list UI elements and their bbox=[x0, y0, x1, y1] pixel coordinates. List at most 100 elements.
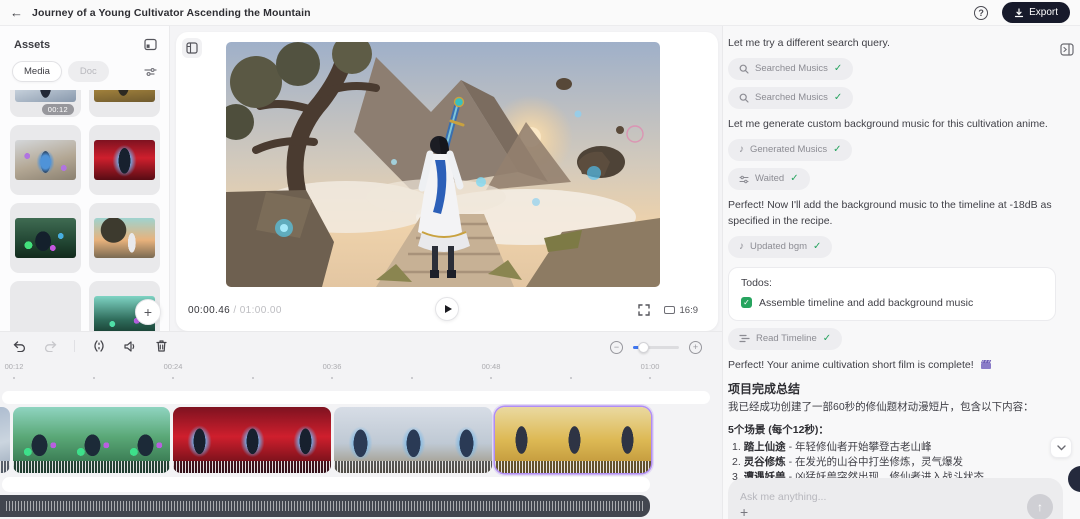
ratio-rect-icon bbox=[663, 306, 675, 314]
video-preview[interactable] bbox=[226, 42, 660, 287]
timeline-clip[interactable] bbox=[13, 407, 170, 473]
assistant-chat-panel: Let me try a different search query. Sea… bbox=[722, 26, 1080, 519]
storyboard-button[interactable] bbox=[182, 38, 202, 58]
tool-pill-generated-musics[interactable]: ♪ Generated Musics ✓ bbox=[728, 139, 853, 162]
checked-checkbox-icon[interactable]: ✓ bbox=[741, 297, 752, 309]
asset-thumbnail[interactable] bbox=[89, 90, 160, 117]
assistant-message: Perfect! Your anime cultivation short fi… bbox=[728, 358, 1056, 373]
assets-grid: 00:12 bbox=[0, 90, 169, 331]
preview-card: 00:00.46 / 01:00.00 16:9 bbox=[176, 32, 718, 331]
timeline-list-icon bbox=[739, 335, 750, 343]
split-icon[interactable] bbox=[92, 339, 106, 353]
ruler-label: 00:12 bbox=[4, 362, 24, 371]
timeline-clip-selected[interactable] bbox=[495, 407, 651, 473]
assets-panel: Assets Media Doc 00:12 + bbox=[0, 26, 170, 331]
download-icon bbox=[1014, 7, 1024, 17]
scroll-to-bottom-button[interactable] bbox=[1050, 437, 1072, 458]
timecode: 00:00.46 / 01:00.00 bbox=[188, 305, 282, 316]
assets-tabs: Media Doc bbox=[0, 57, 169, 90]
assistant-message: Let me generate custom background music … bbox=[728, 118, 1048, 131]
asset-image bbox=[15, 140, 76, 180]
zoom-out-button[interactable]: − bbox=[610, 341, 623, 354]
asset-thumbnail[interactable]: 00:12 bbox=[10, 90, 81, 117]
asset-thumbnail[interactable] bbox=[10, 125, 81, 195]
asset-thumbnail[interactable] bbox=[89, 203, 160, 273]
zoom-in-button[interactable]: + bbox=[689, 341, 702, 354]
attach-button[interactable]: + bbox=[740, 504, 748, 519]
aspect-ratio-chip[interactable]: 16:9 bbox=[663, 304, 699, 316]
ruler-label: 00:36 bbox=[322, 362, 342, 371]
todo-item[interactable]: ✓ Assemble timeline and add background m… bbox=[741, 297, 1043, 309]
asset-thumbnail[interactable] bbox=[89, 125, 160, 195]
project-title: Journey of a Young Cultivator Ascending … bbox=[32, 6, 311, 19]
assistant-message: Perfect! Now I'll add the background mus… bbox=[728, 199, 1052, 227]
chevron-down-icon bbox=[1056, 444, 1066, 450]
tool-pill-read-timeline[interactable]: Read Timeline ✓ bbox=[728, 327, 843, 350]
clip-waveform bbox=[173, 461, 331, 473]
play-button[interactable] bbox=[435, 297, 459, 321]
ratio-label: 16:9 bbox=[679, 304, 699, 316]
total-time: 01:00.00 bbox=[239, 304, 282, 316]
ruler-label: 00:48 bbox=[481, 362, 501, 371]
export-button[interactable]: Export bbox=[1002, 2, 1070, 23]
send-button[interactable]: ↑ bbox=[1027, 494, 1053, 519]
toolbar-divider bbox=[74, 340, 75, 352]
clip-waveform bbox=[495, 461, 651, 473]
chat-input-box[interactable]: + ↑ bbox=[728, 478, 1063, 519]
undo-icon[interactable] bbox=[12, 339, 26, 353]
tab-media[interactable]: Media bbox=[12, 61, 62, 82]
trash-icon[interactable] bbox=[154, 339, 168, 353]
panel-collapse-icon[interactable] bbox=[144, 38, 157, 51]
filter-icon[interactable] bbox=[144, 67, 157, 77]
tool-pill-updated-bgm[interactable]: ♪ Updated bgm ✓ bbox=[728, 235, 833, 258]
play-icon bbox=[444, 305, 452, 313]
search-icon bbox=[739, 64, 749, 74]
asset-image bbox=[15, 296, 76, 331]
help-icon[interactable]: ? bbox=[974, 5, 989, 20]
fullscreen-icon[interactable] bbox=[637, 304, 650, 316]
clip-waveform bbox=[13, 461, 170, 473]
clapper-icon bbox=[980, 359, 991, 369]
ruler-tick bbox=[92, 377, 95, 379]
ruler-tick bbox=[490, 377, 492, 379]
add-asset-button[interactable]: + bbox=[135, 299, 161, 325]
ruler-label: 01:00 bbox=[640, 362, 660, 371]
ruler-tick bbox=[13, 377, 15, 379]
ruler-tick bbox=[331, 377, 333, 379]
export-label: Export bbox=[1029, 7, 1058, 18]
asset-image bbox=[94, 218, 155, 258]
zoom-slider[interactable] bbox=[633, 342, 679, 353]
preview-controls: 00:00.46 / 01:00.00 16:9 bbox=[176, 297, 718, 322]
asset-image bbox=[15, 218, 76, 258]
tab-doc[interactable]: Doc bbox=[67, 61, 109, 82]
top-bar: ← Journey of a Young Cultivator Ascendin… bbox=[0, 0, 1080, 26]
tool-pill-searched-musics-2[interactable]: Searched Musics ✓ bbox=[728, 87, 854, 110]
tool-pill-searched-musics-1[interactable]: Searched Musics ✓ bbox=[728, 58, 854, 81]
chat-input[interactable] bbox=[740, 491, 990, 503]
timeline-clip[interactable] bbox=[173, 407, 331, 473]
video-track bbox=[0, 407, 651, 473]
timeline-ruler[interactable]: 00:12 00:24 00:36 00:48 01:00 bbox=[0, 362, 722, 386]
empty-track-lane-2 bbox=[2, 477, 650, 492]
audio-waveform bbox=[6, 501, 644, 511]
timeline-clip[interactable] bbox=[334, 407, 492, 473]
todos-title: Todos: bbox=[741, 276, 772, 289]
scene-item: 1. 踏上仙途 - 年轻修仙者开始攀登古老山峰 bbox=[732, 441, 932, 454]
back-button[interactable]: ← bbox=[10, 5, 32, 20]
zoom-slider-handle[interactable] bbox=[638, 342, 649, 353]
empty-track-lane bbox=[2, 391, 710, 404]
clip-waveform bbox=[0, 461, 10, 473]
timeline-clip[interactable] bbox=[0, 407, 10, 473]
tool-pill-waited[interactable]: Waited ✓ bbox=[728, 168, 810, 191]
bgm-audio-track[interactable] bbox=[0, 495, 650, 517]
asset-thumbnail[interactable] bbox=[10, 281, 81, 331]
asset-thumbnail[interactable] bbox=[10, 203, 81, 273]
video-frame-art bbox=[226, 42, 660, 287]
redo-icon[interactable] bbox=[43, 339, 57, 353]
asset-image bbox=[94, 140, 155, 180]
summary-title: 项目完成总结 bbox=[728, 382, 801, 397]
speaker-icon[interactable] bbox=[123, 339, 137, 353]
panel-collapse-right-icon[interactable] bbox=[1058, 40, 1076, 58]
timeline-toolbar bbox=[12, 339, 168, 353]
assets-title: Assets bbox=[14, 38, 51, 51]
